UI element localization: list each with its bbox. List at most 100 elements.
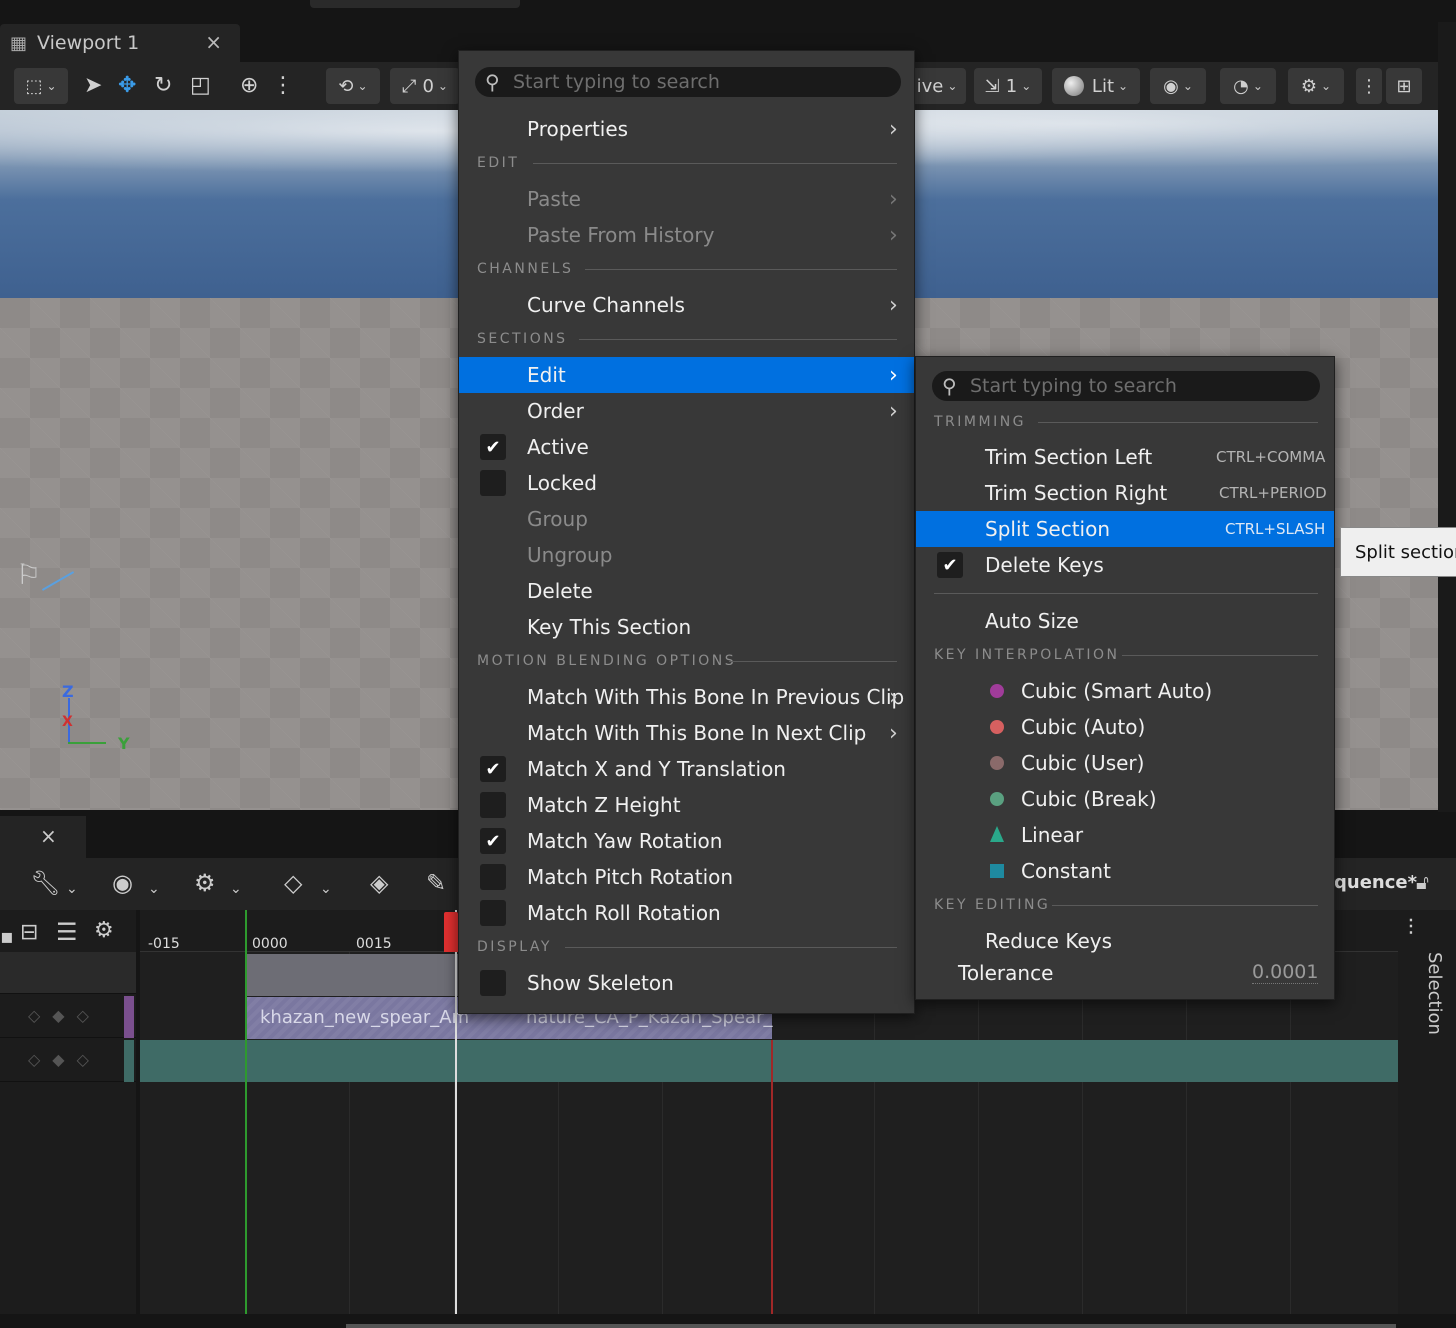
settings-button[interactable]: ⚙ ⌄ — [1288, 68, 1344, 104]
scrollbar[interactable] — [346, 1324, 1396, 1328]
menu-item-key-section[interactable]: Key This Section — [459, 609, 914, 645]
menu-item-reduce-keys[interactable]: Reduce Keys — [916, 923, 1334, 959]
checkbox-unchecked[interactable] — [480, 792, 506, 818]
select-icon[interactable]: ➤ — [84, 74, 102, 98]
viewport-tab-label: Viewport 1 — [37, 32, 140, 54]
checkbox-checked[interactable]: ✔ — [937, 552, 963, 578]
menu-item-match-next[interactable]: Match With This Bone In Next Clip › — [459, 715, 914, 751]
selection-tab[interactable]: Selection — [1424, 952, 1445, 1035]
menu-item-match-pitch[interactable]: Match Pitch Rotation — [459, 859, 914, 895]
perspective-button[interactable]: ive ⌄ — [908, 68, 966, 104]
menu-item-constant[interactable]: Constant — [916, 853, 1334, 889]
track-band[interactable] — [140, 1040, 1398, 1082]
checkbox-checked[interactable]: ✔ — [480, 828, 506, 854]
menu-item-paste[interactable]: Paste › — [459, 181, 914, 217]
close-icon[interactable]: × — [205, 30, 222, 54]
menu-item-delete-keys[interactable]: ✔ Delete Keys — [916, 547, 1334, 583]
menu-item-ungroup[interactable]: Ungroup — [459, 537, 914, 573]
playhead-line[interactable] — [455, 910, 457, 1314]
menu-item-cubic-user[interactable]: Cubic (User) — [916, 745, 1334, 781]
menu-item-match-z[interactable]: Match Z Height — [459, 787, 914, 823]
menu-item-curve-channels[interactable]: Curve Channels › — [459, 287, 914, 323]
checkbox-unchecked[interactable] — [480, 864, 506, 890]
menu-item-cubic-break[interactable]: Cubic (Break) — [916, 781, 1334, 817]
viewport-tab[interactable]: ▦ Viewport 1 × — [0, 24, 240, 62]
track-row[interactable]: ◇◆◇ — [0, 1040, 136, 1082]
menu-item-cubic-smart[interactable]: Cubic (Smart Auto) — [916, 673, 1334, 709]
gear-icon[interactable]: ⚙ — [94, 918, 114, 943]
linear-triangle-icon — [990, 826, 1004, 842]
menu-item-properties[interactable]: Properties › — [459, 111, 914, 147]
angle-snap-button[interactable]: ⤢ 0 ⌄ — [390, 68, 460, 104]
menu-item-trim-left[interactable]: Trim Section Left CTRL+COMMA — [916, 439, 1334, 475]
menu-item-paste-history[interactable]: Paste From History › — [459, 217, 914, 253]
checkbox-unchecked[interactable] — [480, 900, 506, 926]
layout-button[interactable]: ⊞ — [1386, 68, 1422, 104]
chevron-down-icon[interactable]: ⌄ — [230, 876, 242, 902]
more-icon[interactable]: ⋮ — [272, 74, 294, 98]
world-icon[interactable]: ⊕ — [240, 74, 258, 98]
start-marker[interactable] — [245, 910, 247, 1314]
end-marker[interactable] — [771, 1040, 773, 1314]
frame-icon[interactable]: ⊟ — [20, 920, 38, 945]
menu-item-label: Curve Channels — [527, 293, 685, 317]
move-icon[interactable]: ✥ — [118, 74, 136, 98]
sliders-icon[interactable]: ⫶ — [1408, 916, 1414, 941]
eye-icon[interactable]: ◉ — [112, 870, 133, 896]
key-diamond-icon[interactable]: ◇ — [284, 870, 302, 896]
menu-item-match-yaw[interactable]: ✔ Match Yaw Rotation — [459, 823, 914, 859]
view-mode-button[interactable]: Lit ⌄ — [1052, 68, 1140, 104]
lock-icon[interactable]: 🔓︎ — [1416, 870, 1429, 894]
menu-search-input[interactable]: ⚲ Start typing to search — [475, 67, 901, 97]
show-button[interactable]: ◉ ⌄ — [1150, 68, 1206, 104]
context-menu: ⚲ Start typing to search Properties › EDI… — [458, 50, 915, 1014]
menu-item-group[interactable]: Group — [459, 501, 914, 537]
menu-item-edit[interactable]: Edit › — [459, 357, 914, 393]
playhead-handle[interactable] — [444, 912, 458, 952]
camera-speed-button[interactable]: ⇲ 1 ⌄ — [974, 68, 1042, 104]
menu-item-split-section[interactable]: Split Section CTRL+SLASH — [916, 511, 1334, 547]
scale-icon[interactable]: ◰ — [190, 74, 211, 98]
menu-item-active[interactable]: ✔ Active — [459, 429, 914, 465]
track-row[interactable] — [0, 952, 136, 994]
menu-item-match-roll[interactable]: Match Roll Rotation — [459, 895, 914, 931]
chevron-down-icon[interactable]: ⌄ — [148, 876, 160, 902]
chevron-down-icon[interactable]: ⌄ — [320, 876, 332, 902]
checkbox-checked[interactable]: ✔ — [480, 434, 506, 460]
submenu-search-input[interactable]: ⚲ Start typing to search — [932, 371, 1320, 401]
key-nav-icon[interactable]: ◇◆◇ — [28, 1006, 101, 1025]
pencil-icon[interactable]: ✎ — [426, 870, 446, 896]
checkbox-unchecked[interactable] — [480, 470, 506, 496]
close-icon[interactable]: × — [40, 824, 57, 848]
wrench-icon[interactable]: 🔧︎ — [30, 870, 60, 896]
list-icon[interactable]: ☰ — [56, 918, 78, 946]
y-axis-label: Y — [118, 734, 130, 753]
menu-item-linear[interactable]: Linear — [916, 817, 1334, 853]
menu-item-match-xy[interactable]: ✔ Match X and Y Translation — [459, 751, 914, 787]
menu-item-label: Delete Keys — [985, 553, 1104, 577]
track-row[interactable]: ◇◆◇ — [0, 996, 136, 1038]
section-label: TRIMMING — [934, 414, 1027, 430]
menu-item-show-skeleton[interactable]: Show Skeleton — [459, 965, 914, 1001]
options-button[interactable]: ⋮ — [1356, 68, 1382, 104]
menu-item-delete[interactable]: Delete — [459, 573, 914, 609]
menu-item-order[interactable]: Order › — [459, 393, 914, 429]
menu-item-match-previous[interactable]: Match With This Bone In Previous Clip › — [459, 679, 914, 715]
collapse-icon[interactable]: ▪ — [0, 924, 14, 948]
snap-button[interactable]: ⟲ ⌄ — [326, 68, 380, 104]
rotate-icon[interactable]: ↻ — [154, 74, 172, 98]
menu-item-auto-size[interactable]: Auto Size — [916, 603, 1334, 639]
key-icon[interactable]: ◈ — [370, 870, 388, 896]
chevron-down-icon[interactable]: ⌄ — [66, 876, 78, 902]
menu-item-trim-right[interactable]: Trim Section Right CTRL+PERIOD — [916, 475, 1334, 511]
tolerance-field[interactable]: 0.0001 — [1252, 961, 1319, 984]
checkbox-checked[interactable]: ✔ — [480, 756, 506, 782]
key-nav-icon[interactable]: ◇◆◇ — [28, 1050, 101, 1069]
menu-item-cubic-auto[interactable]: Cubic (Auto) — [916, 709, 1334, 745]
performance-button[interactable]: ◔ ⌄ — [1220, 68, 1276, 104]
x-axis-label: X — [62, 714, 73, 730]
checkbox-unchecked[interactable] — [480, 970, 506, 996]
menu-item-locked[interactable]: Locked — [459, 465, 914, 501]
playback-icon[interactable]: ⚙ — [194, 870, 216, 896]
select-mode-button[interactable]: ⬚ ⌄ — [14, 68, 68, 104]
